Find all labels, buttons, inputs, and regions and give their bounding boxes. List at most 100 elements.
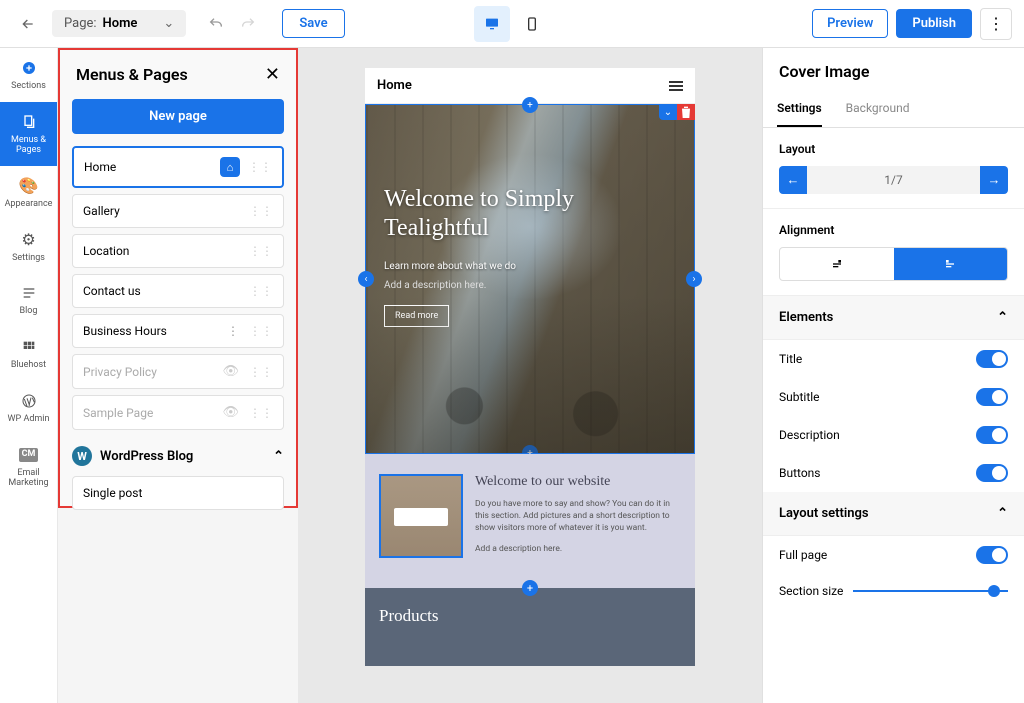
grid-icon [19, 337, 39, 357]
cm-badge-icon: CM [19, 445, 39, 465]
section3-title[interactable]: Products [379, 606, 681, 626]
sidebar-item-bluehost[interactable]: Bluehost [0, 327, 57, 381]
page-item[interactable]: Home⌂⋮⋮ [72, 146, 284, 188]
layout-prev-button[interactable]: ← [779, 166, 807, 194]
panel-title: Menus & Pages [76, 65, 188, 84]
sidebar-item-email-marketing[interactable]: CM Email Marketing [0, 435, 57, 499]
more-menu-button[interactable]: ⋮ [980, 8, 1012, 40]
chevron-down-icon: ⌄ [163, 16, 174, 31]
hidden-icon: 👁 [222, 364, 239, 379]
drag-handle-icon[interactable]: ⋮⋮ [249, 284, 273, 298]
layout-label: Layout [779, 142, 1008, 156]
add-section-button[interactable]: + [522, 580, 538, 596]
close-icon[interactable]: ✕ [265, 64, 280, 85]
gear-icon: ⚙ [19, 230, 39, 250]
tab-settings[interactable]: Settings [777, 91, 822, 127]
page-item-single-post[interactable]: Single post [72, 476, 284, 510]
drag-handle-icon[interactable]: ⋮⋮ [249, 244, 273, 258]
layout-settings-header[interactable]: Layout settings ⌃ [763, 492, 1024, 536]
desktop-view-button[interactable] [474, 6, 510, 42]
hero-readmore-button[interactable]: Read more [384, 305, 449, 327]
page-item[interactable]: Location⋮⋮ [72, 234, 284, 268]
welcome-section[interactable]: Welcome to our website Do you have more … [365, 454, 695, 588]
redo-button[interactable] [234, 10, 262, 38]
sidebar-item-appearance[interactable]: 🎨 Appearance [0, 166, 57, 220]
hero-section[interactable]: ⌄ Welcome to Simply Tealightful Learn mo… [365, 104, 695, 454]
drag-handle-icon[interactable]: ⋮⋮ [249, 406, 273, 420]
more-icon[interactable]: ⋮ [227, 324, 239, 338]
layout-next-button[interactable]: → [980, 166, 1008, 194]
save-button[interactable]: Save [282, 9, 344, 38]
section2-link[interactable]: Add a description here. [475, 544, 681, 554]
wordpress-icon [19, 391, 39, 411]
section-image[interactable] [379, 474, 463, 558]
left-sidebar: Sections Menus & Pages 🎨 Appearance ⚙ Se… [0, 48, 58, 703]
new-page-button[interactable]: New page [72, 99, 284, 134]
toggle-buttons-label: Buttons [779, 466, 821, 480]
sidebar-item-wpadmin[interactable]: WP Admin [0, 381, 57, 435]
drag-handle-icon[interactable]: ⋮⋮ [249, 204, 273, 218]
inspector-title: Cover Image [763, 48, 1024, 91]
sidebar-item-settings[interactable]: ⚙ Settings [0, 220, 57, 274]
section-nav-right[interactable]: › [686, 271, 702, 287]
toggle-subtitle[interactable] [976, 388, 1008, 406]
sidebar-item-blog[interactable]: Blog [0, 273, 57, 327]
page-item[interactable]: Sample Page👁⋮⋮ [72, 395, 284, 430]
section-size-slider[interactable] [853, 590, 1008, 592]
preview-button[interactable]: Preview [812, 9, 888, 38]
align-left-button[interactable] [780, 248, 894, 280]
page-item[interactable]: Privacy Policy👁⋮⋮ [72, 354, 284, 389]
toggle-description-label: Description [779, 428, 840, 442]
hamburger-icon[interactable] [669, 81, 683, 91]
section2-description[interactable]: Do you have more to say and show? You ca… [475, 499, 681, 535]
page-preview: Home ⌄ Welcome to Simply Tealightful Lea… [365, 68, 695, 666]
canvas: Home ⌄ Welcome to Simply Tealightful Lea… [298, 48, 762, 703]
section-nav-left[interactable]: ‹ [358, 271, 374, 287]
drag-handle-icon[interactable]: ⋮⋮ [248, 160, 272, 174]
toggle-title[interactable] [976, 350, 1008, 368]
wordpress-blog-section[interactable]: W WordPress Blog ⌃ [60, 436, 296, 476]
drag-handle-icon[interactable]: ⋮⋮ [249, 365, 273, 379]
section-settings-button[interactable]: ⌄ [659, 104, 677, 120]
hidden-icon: 👁 [222, 405, 239, 420]
hero-description[interactable]: Add a description here. [384, 280, 676, 291]
toggle-buttons[interactable] [976, 464, 1008, 482]
toggle-subtitle-label: Subtitle [779, 390, 820, 404]
page-selector-label: Page: [64, 16, 97, 31]
sidebar-item-sections[interactable]: Sections [0, 48, 57, 102]
drag-handle-icon[interactable]: ⋮⋮ [249, 324, 273, 338]
hero-subtitle[interactable]: Learn more about what we do [384, 261, 676, 272]
tab-background[interactable]: Background [846, 91, 910, 127]
wordpress-icon: W [72, 446, 92, 466]
page-selector[interactable]: Page: Home ⌄ [52, 10, 186, 37]
toggle-full-page[interactable] [976, 546, 1008, 564]
section-delete-button[interactable] [677, 104, 695, 120]
products-section[interactable]: Products [365, 588, 695, 666]
elements-section-header[interactable]: Elements ⌃ [763, 296, 1024, 340]
page-selector-value: Home [103, 16, 138, 31]
palette-icon: 🎨 [19, 176, 39, 196]
mobile-view-button[interactable] [514, 6, 550, 42]
layout-counter: 1/7 [807, 173, 980, 187]
back-button[interactable] [12, 8, 44, 40]
section2-title[interactable]: Welcome to our website [475, 474, 681, 491]
alignment-label: Alignment [779, 223, 1008, 237]
chevron-up-icon: ⌃ [273, 449, 284, 464]
plus-circle-icon [19, 58, 39, 78]
page-item[interactable]: Contact us⋮⋮ [72, 274, 284, 308]
undo-button[interactable] [202, 10, 230, 38]
section-size-label: Section size [779, 584, 843, 598]
full-page-label: Full page [779, 548, 827, 562]
home-icon: ⌂ [220, 157, 240, 177]
hero-title[interactable]: Welcome to Simply Tealightful [384, 185, 676, 243]
page-item[interactable]: Business Hours⋮⋮⋮ [72, 314, 284, 348]
toggle-description[interactable] [976, 426, 1008, 444]
chevron-up-icon: ⌃ [997, 506, 1008, 521]
page-item[interactable]: Gallery⋮⋮ [72, 194, 284, 228]
inspector-panel: Cover Image Settings Background Layout ←… [762, 48, 1024, 703]
sidebar-item-menus-pages[interactable]: Menus & Pages [0, 102, 57, 166]
align-center-button[interactable] [894, 248, 1008, 280]
chevron-up-icon: ⌃ [997, 310, 1008, 325]
toggle-title-label: Title [779, 352, 802, 366]
publish-button[interactable]: Publish [896, 9, 972, 38]
